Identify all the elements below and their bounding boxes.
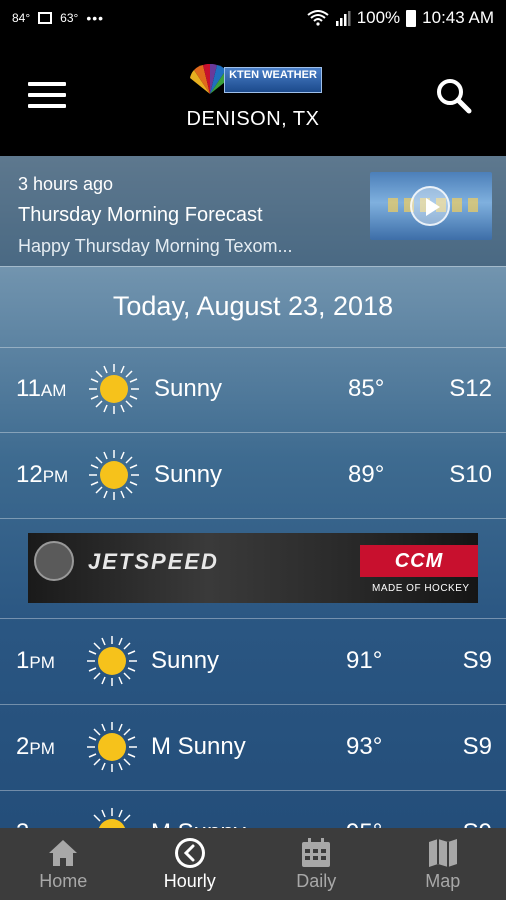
signal-icon (335, 11, 351, 26)
hour-row[interactable]: 2PM M Sunny 93° S9 (0, 704, 506, 791)
logo-text: KTEN WEATHER (229, 69, 317, 81)
news-title: Thursday Morning Forecast (18, 204, 263, 226)
news-item[interactable]: 3 hours ago Thursday Morning Forecast Ha… (0, 156, 506, 266)
sunny-icon (93, 808, 131, 828)
ad-row: JETSPEED CCM MADE OF HOCKEY (0, 518, 506, 619)
status-time: 10:43 AM (422, 8, 494, 27)
condition-text: Sunny (154, 375, 223, 402)
sunny-icon (89, 450, 139, 500)
wind: S9 (462, 647, 492, 674)
news-time: 3 hours ago (18, 174, 114, 194)
status-temp-right: 63° (60, 11, 79, 25)
clock-icon (174, 838, 205, 868)
hour-time: 11AM (16, 375, 67, 402)
temperature: 95° (346, 790, 382, 828)
hour-time: 12PM (16, 461, 69, 488)
location-label: DENISON, TX (186, 108, 320, 130)
temperature: 85° (348, 375, 385, 402)
condition-text: Sunny (151, 647, 220, 674)
forecast-content[interactable]: 3 hours ago Thursday Morning Forecast Ha… (0, 156, 506, 828)
condition-text: M Sunny (151, 733, 246, 760)
wind: S12 (449, 375, 492, 402)
home-icon (49, 840, 78, 866)
menu-bar (28, 82, 66, 86)
nav-daily-label: Daily (296, 871, 337, 891)
condition-text: Sunny (154, 461, 223, 488)
ad-banner[interactable]: JETSPEED CCM MADE OF HOCKEY (28, 533, 478, 603)
sunny-icon (87, 636, 137, 686)
status-temp-left: 84° (12, 11, 31, 25)
ad-brand-ccm: CCM (360, 545, 478, 577)
news-snippet: Happy Thursday Morning Texom... (18, 236, 293, 256)
status-right: 100% 10:43 AM (307, 8, 494, 28)
more-dots: ••• (86, 10, 105, 26)
wifi-icon (307, 10, 329, 26)
app-header: KTEN WEATHER DENISON, TX (0, 36, 506, 156)
sunny-icon (87, 722, 137, 772)
condition-text: M Sunny (151, 790, 246, 828)
nav-hourly-label: Hourly (163, 871, 216, 891)
hour-time: 2PM (16, 733, 55, 760)
battery-percent: 100% (356, 8, 401, 27)
temperature: 89° (348, 461, 385, 488)
nav-home-label: Home (39, 871, 88, 891)
menu-bar (28, 93, 66, 97)
sunny-icon (89, 364, 139, 414)
nav-home[interactable]: Home (0, 828, 127, 900)
nav-daily[interactable]: Daily (253, 828, 380, 900)
search-icon[interactable] (434, 76, 474, 116)
map-icon (428, 839, 457, 867)
hour-row[interactable]: 12PM Sunny 89° S10 (0, 432, 506, 519)
hour-time: 1PM (16, 647, 55, 674)
ad-brand-jetspeed: JETSPEED (88, 549, 219, 574)
hour-time: 3PM (16, 790, 55, 828)
nav-hourly[interactable]: Hourly (127, 828, 254, 900)
temperature: 91° (346, 647, 383, 674)
hour-row[interactable]: 11AM Sunny 85° S12 (0, 346, 506, 433)
logo-badge: KTEN WEATHER (224, 67, 322, 93)
status-bar: 84° 63° ••• 100% 10:43 AM (0, 0, 506, 36)
wind: S9 (463, 790, 492, 828)
wind: S9 (462, 733, 492, 760)
date-heading: Today, August 23, 2018 (0, 266, 506, 348)
hour-row[interactable]: 1PM Sunny 91° S9 (0, 618, 506, 705)
bottom-navigation: Home Hourly Daily Map (0, 828, 506, 900)
status-left: 84° 63° ••• (12, 10, 104, 26)
play-icon[interactable] (410, 186, 450, 226)
battery-icon (406, 9, 417, 27)
ad-tagline: MADE OF HOCKEY (372, 583, 470, 594)
temperature: 93° (346, 733, 383, 760)
nav-map[interactable]: Map (380, 828, 506, 900)
video-thumbnail[interactable] (370, 172, 492, 240)
hour-row[interactable]: 3PM M Sunny 95° S9 (0, 790, 506, 828)
image-icon (38, 12, 53, 24)
nav-map-label: Map (425, 871, 461, 891)
wind: S10 (449, 461, 492, 488)
station-logo: KTEN WEATHER (184, 64, 324, 96)
calendar-icon (302, 838, 331, 867)
ad-logo-circle (34, 541, 74, 581)
